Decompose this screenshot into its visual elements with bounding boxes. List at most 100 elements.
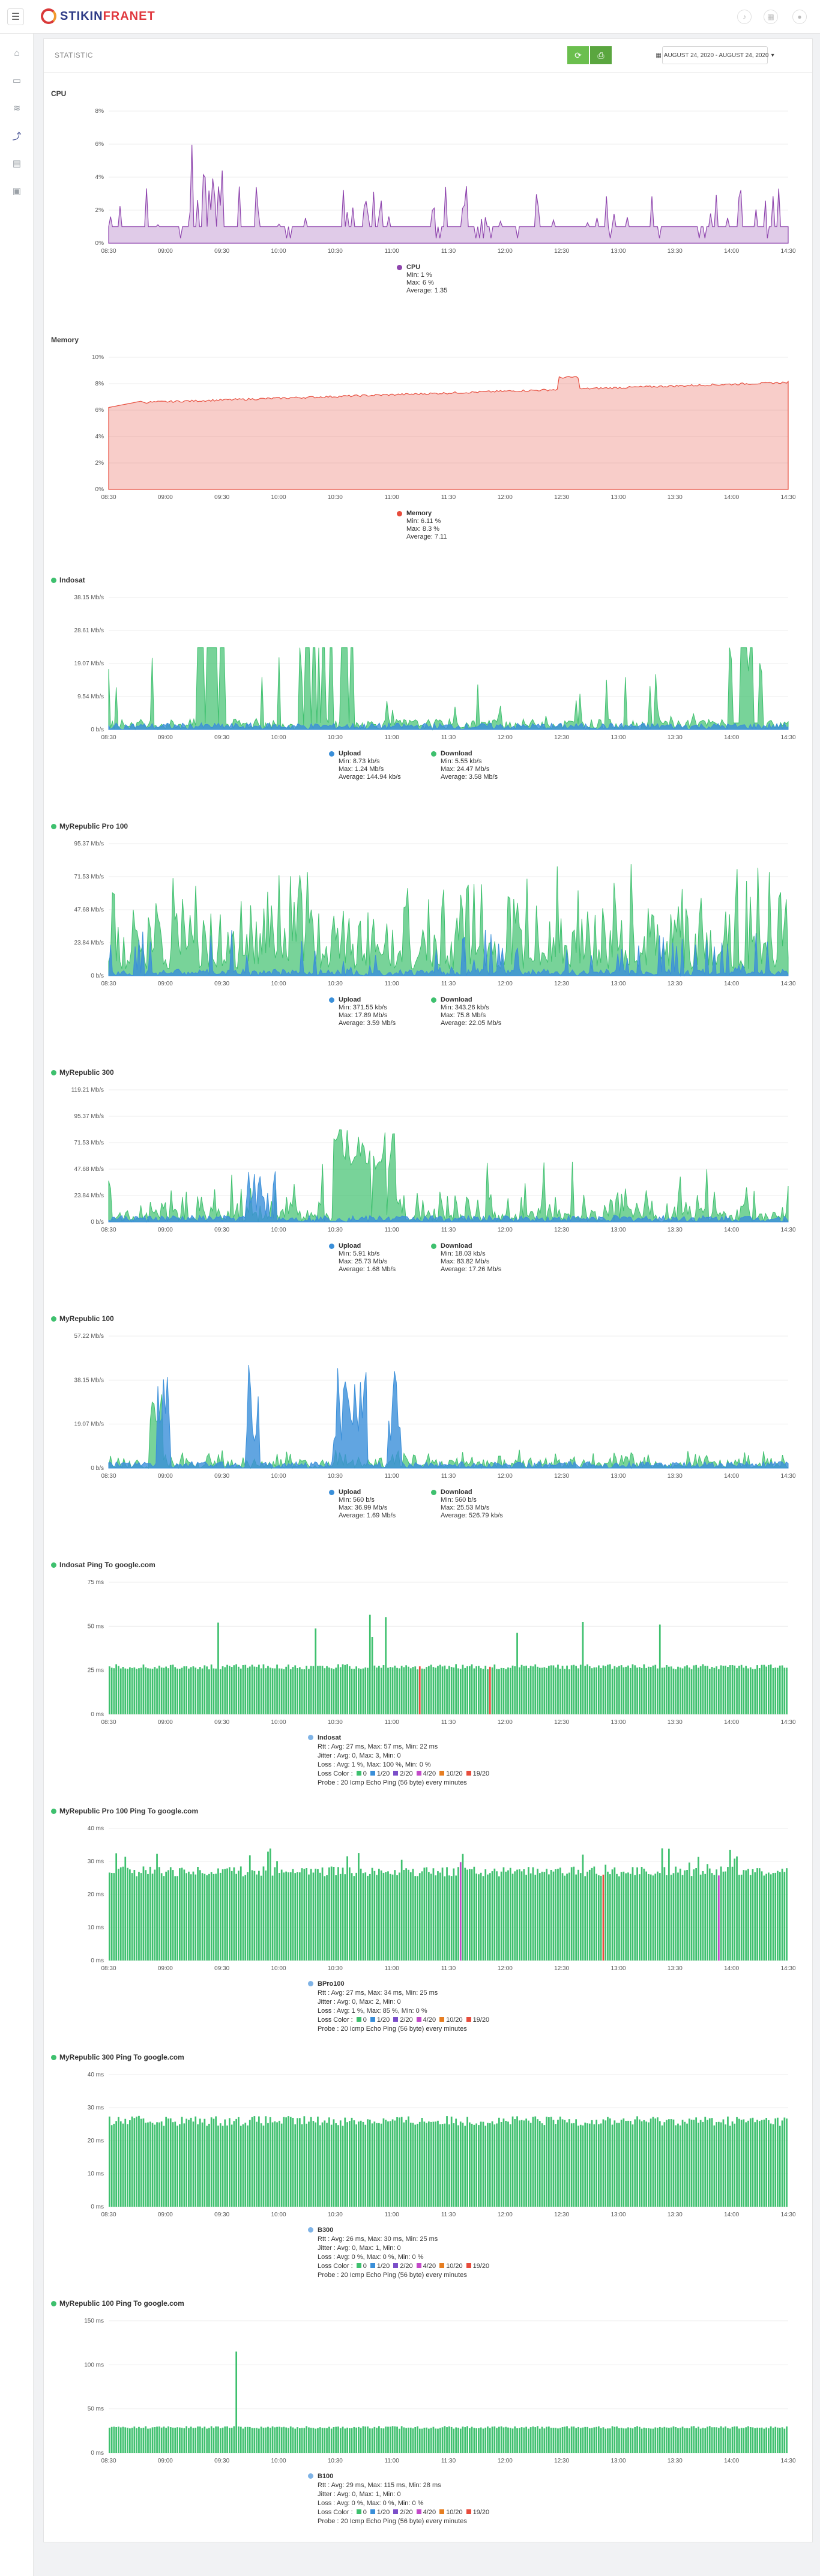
- ping-bar: [693, 2120, 695, 2207]
- ping-bar: [466, 1666, 468, 1714]
- ping-bar: [421, 1668, 423, 1714]
- ping-bar: [781, 1869, 783, 1961]
- x-tick-label: 11:00: [385, 494, 400, 501]
- ping-bar: [432, 1868, 435, 1961]
- chart-canvas[interactable]: 0 ms10 ms20 ms30 ms40 ms08:30 09:00 09:30 1…: [44, 2065, 812, 2221]
- ping-bar: [158, 2122, 160, 2207]
- sidebar-home-icon[interactable]: ⌂: [8, 44, 25, 61]
- ping-bar: [385, 2120, 387, 2207]
- sidebar-report-icon[interactable]: ▤: [8, 155, 25, 172]
- ping-bar: [783, 2117, 786, 2207]
- hamburger-icon[interactable]: ☰: [7, 8, 24, 25]
- ping-bar: [505, 1872, 507, 1961]
- ping-bar: [689, 1862, 690, 1961]
- ping-bar: [412, 2428, 414, 2453]
- chart-canvas[interactable]: 0 b/s23.84 Mb/s47.68 Mb/s71.53 Mb/s95.37…: [44, 834, 812, 990]
- chart-canvas[interactable]: 0 ms25 ms50 ms75 ms08:30 09:00 09:30 10:00 1…: [44, 1573, 812, 1729]
- ping-bar: [677, 2428, 679, 2453]
- ping-bar: [129, 1869, 131, 1961]
- ping-bar: [351, 2117, 353, 2207]
- ping-bar: [686, 1870, 688, 1961]
- ping-bar: [333, 2119, 335, 2207]
- ping-bar: [242, 1876, 244, 1961]
- ping-bar: [192, 1871, 194, 1961]
- ping-bar: [722, 2427, 725, 2453]
- ping-bar: [645, 1871, 648, 1961]
- ping-bar: [550, 2428, 552, 2453]
- ping-bar: [625, 2428, 627, 2453]
- ping-bar: [353, 1876, 355, 1961]
- ping-bar: [450, 2426, 453, 2453]
- ping-bar: [616, 2426, 618, 2453]
- legend-series-name: Download: [441, 1489, 472, 1496]
- print-button[interactable]: ⎙: [590, 46, 612, 64]
- ping-bar: [722, 1666, 725, 1714]
- chart-canvas[interactable]: 0 b/s9.54 Mb/s19.07 Mb/s28.61 Mb/s38.15 …: [44, 588, 812, 744]
- chart-canvas[interactable]: 0 b/s23.84 Mb/s47.68 Mb/s71.53 Mb/s95.37…: [44, 1080, 812, 1236]
- x-tick-label: 11:30: [441, 2212, 456, 2218]
- y-tick-label: 40 ms: [88, 2072, 104, 2078]
- ping-bar: [666, 2120, 668, 2207]
- x-tick-label: 11:00: [385, 1227, 400, 1233]
- ping-bar: [342, 1664, 344, 1714]
- sidebar-calendar-icon[interactable]: ▣: [8, 183, 25, 199]
- ping-bar: [312, 2121, 315, 2207]
- ping-bar: [620, 1872, 623, 1961]
- ping-bar: [271, 1875, 274, 1961]
- ping-bar: [197, 1669, 199, 1714]
- chart-canvas[interactable]: 0%2%4%6%8%10%08:30 09:00 09:30 10:00 10:30 11…: [44, 348, 812, 504]
- x-tick-label: 13:00: [610, 1965, 626, 1972]
- user-avatar-icon[interactable]: ●: [792, 10, 807, 24]
- ping-bar: [426, 2123, 428, 2207]
- loss-color-value: 10/20: [446, 1770, 463, 1777]
- ping-bar: [478, 2125, 480, 2207]
- x-tick-label: 14:30: [780, 1965, 795, 1972]
- ping-bar: [654, 2118, 657, 2207]
- ping-bar: [480, 1872, 482, 1961]
- ping-bar: [229, 1666, 231, 1714]
- ping-bar: [199, 1667, 201, 1714]
- x-tick-label: 09:30: [214, 2212, 229, 2218]
- date-range-picker[interactable]: ▦ AUGUST 24, 2020 - AUGUST 24, 2020 ▾: [656, 46, 774, 64]
- calendar-icon[interactable]: ▦: [764, 10, 778, 24]
- y-tick-label: 47.68 Mb/s: [74, 907, 104, 913]
- ping-bar: [206, 1666, 208, 1714]
- x-tick-label: 12:00: [498, 2212, 513, 2218]
- brand-logo[interactable]: STIKIN FRANET: [41, 8, 155, 24]
- ping-bar: [421, 1871, 423, 1961]
- x-tick-label: 09:30: [214, 1473, 229, 1480]
- x-tick-label: 10:00: [271, 248, 286, 255]
- ping-bar: [743, 1870, 745, 1961]
- sidebar-device-icon[interactable]: ▭: [8, 72, 25, 89]
- ping-bar: [731, 1665, 734, 1714]
- chart-canvas[interactable]: 0 ms50 ms100 ms150 ms08:30 09:00 09:30 10:0…: [44, 2311, 812, 2467]
- ping-bar: [194, 1667, 197, 1714]
- chart-canvas[interactable]: 0%2%4%6%8%08:30 09:00 09:30 10:00 10:30 11:00…: [44, 101, 812, 258]
- chart-canvas[interactable]: 0 b/s19.07 Mb/s38.15 Mb/s57.22 Mb/s08:30…: [44, 1326, 812, 1483]
- notification-bell-icon[interactable]: ♪: [737, 10, 752, 24]
- ping-bar: [412, 1667, 414, 1714]
- ping-bar: [493, 2426, 496, 2453]
- ping-bar: [308, 2121, 310, 2207]
- ping-bar: [661, 1667, 663, 1714]
- ping-bar: [122, 1866, 124, 1961]
- refresh-button[interactable]: ⟳: [567, 46, 589, 64]
- ping-bar: [765, 2118, 768, 2207]
- chart-canvas[interactable]: 0 ms10 ms20 ms30 ms40 ms08:30 09:00 09:30 1…: [44, 1819, 812, 1975]
- ping-bar: [639, 2119, 641, 2207]
- y-tick-label: 6%: [95, 141, 104, 148]
- sidebar-network-icon[interactable]: ≋: [8, 100, 25, 116]
- ping-bar: [577, 2125, 579, 2207]
- ping-bar: [718, 2121, 720, 2207]
- ping-bar: [346, 1856, 348, 1961]
- ping-bar: [679, 2125, 681, 2207]
- ping-bar: [339, 1667, 342, 1714]
- ping-bar: [502, 1867, 505, 1961]
- ping-bar: [511, 2428, 514, 2453]
- sidebar-statistic-icon[interactable]: ⤴: [8, 127, 25, 144]
- ping-bar: [557, 2120, 559, 2207]
- ping-bar: [194, 1874, 197, 1961]
- ping-bar: [138, 2426, 140, 2453]
- ping-bar: [752, 1869, 754, 1961]
- ping-bar: [271, 2122, 274, 2207]
